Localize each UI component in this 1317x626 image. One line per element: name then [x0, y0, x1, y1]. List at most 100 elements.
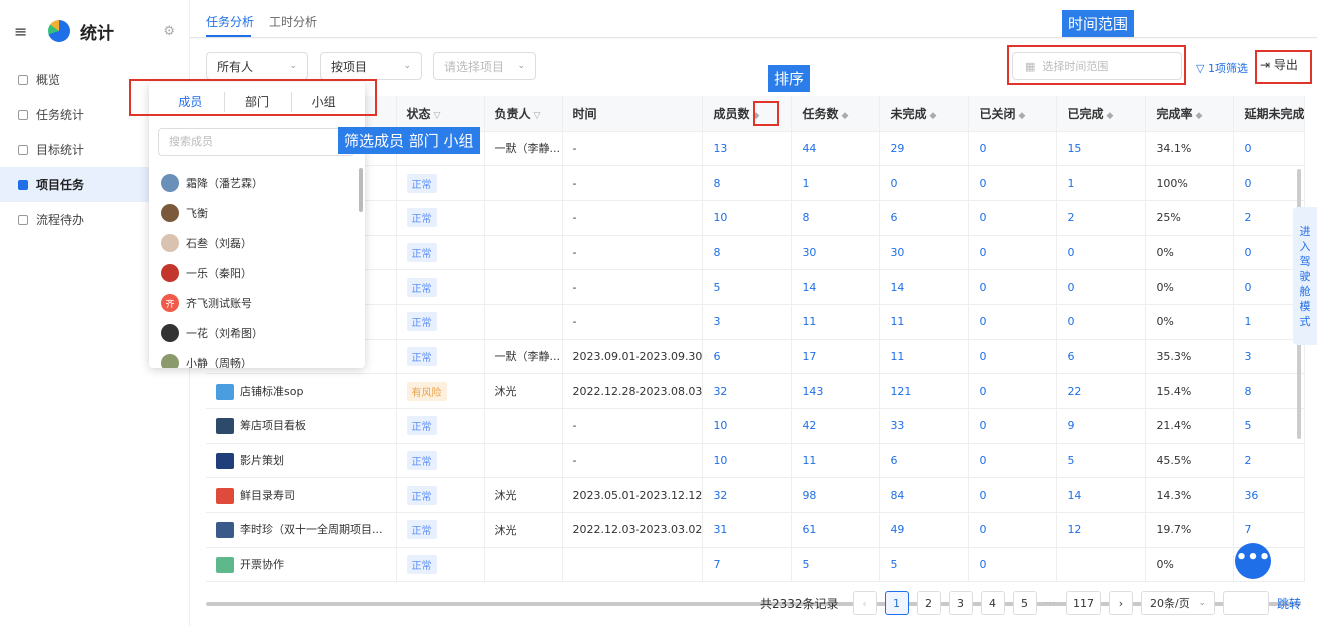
members-cell[interactable]: 8	[702, 165, 793, 201]
header-tasks[interactable]: 任务数 ◆	[791, 96, 881, 132]
tasks-cell[interactable]: 14	[791, 269, 881, 305]
unfinished-cell[interactable]: 0	[879, 165, 970, 201]
member-option[interactable]: 齐齐飞测试账号	[161, 288, 351, 318]
tasks-cell[interactable]: 61	[791, 512, 881, 548]
tasks-cell[interactable]: 17	[791, 339, 881, 375]
page-size-select[interactable]: 20条/页 ⌄	[1141, 591, 1215, 615]
table-row[interactable]: 正常 -8 1 0 0 1 100% 0	[206, 165, 1306, 201]
table-row[interactable]: 正常 -10 8 6 0 2 25% 2	[206, 200, 1306, 236]
unfinished-cell[interactable]: 30	[879, 235, 970, 271]
unfinished-cell[interactable]: 5	[879, 547, 970, 583]
closed-cell[interactable]: 0	[968, 269, 1058, 305]
tasks-cell[interactable]: 11	[791, 443, 881, 479]
jump-page-input[interactable]	[1223, 591, 1269, 615]
overdue-cell[interactable]: 0	[1233, 131, 1306, 167]
unfinished-cell[interactable]: 33	[879, 408, 970, 444]
overdue-cell[interactable]: 7	[1233, 512, 1306, 548]
overdue-cell[interactable]: 36	[1233, 477, 1306, 514]
done-cell[interactable]: 14	[1056, 477, 1147, 514]
done-cell[interactable]: 22	[1056, 373, 1147, 409]
table-row[interactable]: 正常 -3 11 11 0 0 0% 1	[206, 304, 1306, 340]
done-cell[interactable]: 1	[1056, 165, 1147, 201]
tab-worktime-analysis[interactable]: 工时分析	[269, 13, 317, 30]
sort-icon[interactable]: ◆	[929, 111, 936, 121]
done-cell[interactable]: 0	[1056, 269, 1147, 305]
done-cell[interactable]: 9	[1056, 408, 1147, 444]
closed-cell[interactable]: 0	[968, 131, 1058, 167]
sort-icon[interactable]: ◆	[1106, 111, 1113, 121]
done-cell[interactable]: 6	[1056, 339, 1147, 375]
tasks-cell[interactable]: 1	[791, 165, 881, 201]
filter-icon[interactable]: ▽	[534, 111, 541, 121]
tasks-cell[interactable]: 143	[791, 373, 881, 409]
done-cell[interactable]: 12	[1056, 512, 1147, 548]
header-rate[interactable]: 完成率 ◆	[1145, 96, 1235, 132]
gear-icon[interactable]: ⚙	[163, 24, 175, 39]
closed-cell[interactable]: 0	[968, 165, 1058, 201]
more-actions-button[interactable]: •••	[1235, 543, 1271, 579]
members-cell[interactable]: 32	[702, 477, 793, 514]
tasks-cell[interactable]: 42	[791, 408, 881, 444]
table-row[interactable]: 影片策划 正常 -10 11 6 0 5 45.5% 2	[206, 443, 1306, 479]
header-unfinished[interactable]: 未完成 ◆	[879, 96, 970, 132]
page-button[interactable]: 2	[916, 591, 941, 615]
page-button[interactable]: 3	[948, 591, 973, 615]
project-mode-select[interactable]: 按项目 ⌄	[320, 52, 422, 80]
closed-cell[interactable]: 0	[968, 547, 1058, 583]
header-status[interactable]: 状态 ▽	[396, 96, 485, 132]
unfinished-cell[interactable]: 11	[879, 339, 970, 375]
tab-task-analysis[interactable]: 任务分析	[206, 13, 254, 30]
page-button[interactable]: 5	[1012, 591, 1037, 615]
tasks-cell[interactable]: 5	[791, 547, 881, 583]
prev-page-button[interactable]: ‹	[852, 591, 877, 615]
done-cell[interactable]: 2	[1056, 200, 1147, 236]
members-cell[interactable]: 32	[702, 373, 793, 409]
page-button[interactable]: 4	[980, 591, 1005, 615]
overdue-cell[interactable]: 5	[1233, 408, 1306, 444]
closed-cell[interactable]: 0	[968, 408, 1058, 444]
next-page-button[interactable]: ›	[1109, 591, 1133, 615]
unfinished-cell[interactable]: 14	[879, 269, 970, 305]
table-row[interactable]: 开票协作 正常 7 5 5 0 0%	[206, 547, 1306, 583]
unfinished-cell[interactable]: 29	[879, 131, 970, 167]
members-cell[interactable]: 31	[702, 512, 793, 548]
unfinished-cell[interactable]: 49	[879, 512, 970, 548]
closed-cell[interactable]: 0	[968, 512, 1058, 548]
closed-cell[interactable]: 0	[968, 304, 1058, 340]
project-name[interactable]: 鲜目录寿司	[240, 489, 295, 502]
closed-cell[interactable]: 0	[968, 443, 1058, 479]
filter-icon[interactable]: ▽	[434, 111, 441, 121]
table-row[interactable]: 店铺标准sop 有风险 沐光 2022.12.28-2023.08.03 32 143 12…	[206, 373, 1306, 409]
members-cell[interactable]: 10	[702, 408, 793, 444]
member-option[interactable]: 霜降（潘艺霖）	[161, 168, 351, 198]
members-cell[interactable]: 8	[702, 235, 793, 271]
project-name[interactable]: 店铺标准sop	[240, 385, 303, 398]
tasks-cell[interactable]: 30	[791, 235, 881, 271]
tasks-cell[interactable]: 44	[791, 131, 881, 167]
project-name[interactable]: 筹店项目看板	[240, 419, 306, 432]
tasks-cell[interactable]: 98	[791, 477, 881, 514]
header-done[interactable]: 已完成 ◆	[1056, 96, 1147, 132]
unfinished-cell[interactable]: 84	[879, 477, 970, 514]
page-button[interactable]: 1	[884, 591, 909, 615]
closed-cell[interactable]: 0	[968, 235, 1058, 271]
closed-cell[interactable]: 0	[968, 477, 1058, 514]
done-cell[interactable]: 0	[1056, 304, 1147, 340]
sort-icon[interactable]: ◆	[1018, 111, 1025, 121]
table-row[interactable]: 正常 一默（李静... 2023.09.01-2023.09.30 6 17 11 0 6 35…	[206, 339, 1306, 375]
sort-icon[interactable]: ◆	[841, 111, 848, 121]
unfinished-cell[interactable]: 6	[879, 200, 970, 236]
sort-icon[interactable]: ◆	[1195, 111, 1202, 121]
overdue-cell[interactable]: 0	[1233, 165, 1306, 201]
done-cell[interactable]: 15	[1056, 131, 1147, 167]
unfinished-cell[interactable]: 6	[879, 443, 970, 479]
menu-icon[interactable]: ≡	[14, 22, 38, 41]
members-cell[interactable]: 10	[702, 443, 793, 479]
member-option[interactable]: 飞衡	[161, 198, 351, 228]
header-closed[interactable]: 已关闭 ◆	[968, 96, 1058, 132]
table-row[interactable]: 鲜目录寿司 正常 沐光 2023.05.01-2023.12.12 32 98 84 0 14 1…	[206, 477, 1306, 514]
members-cell[interactable]: 13	[702, 131, 793, 167]
member-search-input[interactable]: 搜索成员	[158, 128, 354, 156]
overdue-cell[interactable]: 2	[1233, 443, 1306, 479]
cockpit-mode-tab[interactable]: 进入驾驶舱模式	[1293, 207, 1317, 345]
